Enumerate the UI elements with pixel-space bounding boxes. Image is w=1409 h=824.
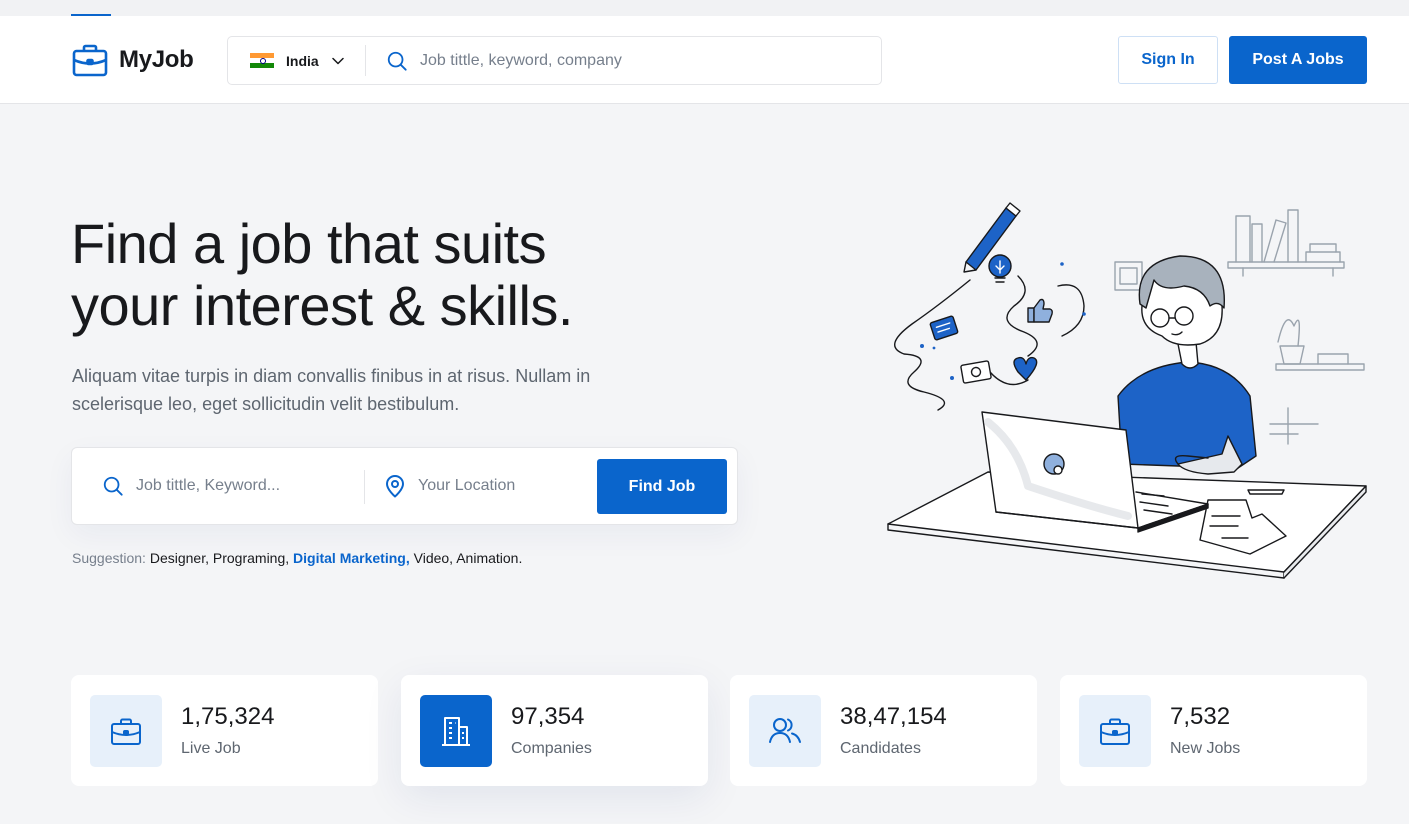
country-selector[interactable]: India	[228, 37, 366, 84]
stat-card-candidates: 38,47,154 Candidates	[730, 675, 1037, 786]
stat-label: Candidates	[840, 740, 921, 757]
stat-card-new-jobs: 7,532 New Jobs	[1060, 675, 1367, 786]
briefcase-logo-icon	[72, 44, 108, 77]
suggestion-label: Suggestion:	[72, 550, 146, 566]
country-name: India	[286, 52, 319, 69]
keyword-input[interactable]	[136, 472, 346, 500]
stat-icon-box	[749, 695, 821, 767]
briefcase-icon	[1100, 718, 1130, 745]
suggestion-tag-highlighted[interactable]: Digital Marketing,	[293, 550, 410, 566]
stat-label: Companies	[511, 740, 592, 757]
stat-card-companies: 97,354 Companies	[401, 675, 708, 786]
users-icon	[769, 718, 801, 743]
map-pin-icon	[386, 475, 404, 498]
top-strip	[0, 0, 1409, 16]
logo[interactable]: MyJob	[72, 43, 194, 77]
hero-illustration	[887, 202, 1367, 579]
hero-title-line-2: your interest & skills.	[71, 274, 574, 337]
stat-icon-box	[1079, 695, 1151, 767]
stat-icon-box	[420, 695, 492, 767]
site-header: MyJob India Sign In Post A Jobs	[0, 16, 1409, 104]
header-search-bar: India	[227, 36, 882, 85]
stat-value: 97,354	[511, 703, 585, 730]
stat-value: 7,532	[1170, 703, 1231, 730]
search-icon	[103, 476, 123, 496]
stat-label: Live Job	[181, 740, 241, 757]
stat-card-live-job: 1,75,324 Live Job	[71, 675, 378, 786]
chevron-down-icon	[331, 57, 344, 64]
post-job-button[interactable]: Post A Jobs	[1229, 36, 1367, 84]
suggestion-tag[interactable]: Programing,	[213, 550, 289, 566]
hero-title: Find a job that suits your interest & sk…	[71, 213, 711, 337]
divider	[364, 470, 365, 504]
suggestion-tag[interactable]: Animation.	[456, 550, 522, 566]
search-icon	[387, 51, 407, 71]
india-flag-icon	[250, 53, 274, 68]
brand-name: MyJob	[119, 46, 194, 73]
stat-label: New Jobs	[1170, 740, 1241, 757]
divider	[365, 45, 366, 76]
stat-value: 38,47,154	[840, 703, 947, 730]
briefcase-icon	[111, 718, 141, 745]
location-input[interactable]	[418, 472, 588, 500]
sign-in-button[interactable]: Sign In	[1118, 36, 1218, 84]
find-job-button[interactable]: Find Job	[597, 459, 727, 514]
suggestion-tag[interactable]: Designer,	[150, 550, 209, 566]
suggestion-tag[interactable]: Video,	[414, 550, 453, 566]
stat-icon-box	[90, 695, 162, 767]
hero-subtitle: Aliquam vitae turpis in diam convallis f…	[72, 366, 591, 414]
hero-title-line-1: Find a job that suits	[71, 212, 547, 275]
building-icon	[442, 717, 470, 746]
suggestions: Suggestion: Designer, Programing, Digita…	[72, 550, 522, 566]
stat-value: 1,75,324	[181, 703, 275, 730]
job-search-box: Find Job	[71, 447, 738, 525]
header-search-input[interactable]	[420, 47, 860, 75]
